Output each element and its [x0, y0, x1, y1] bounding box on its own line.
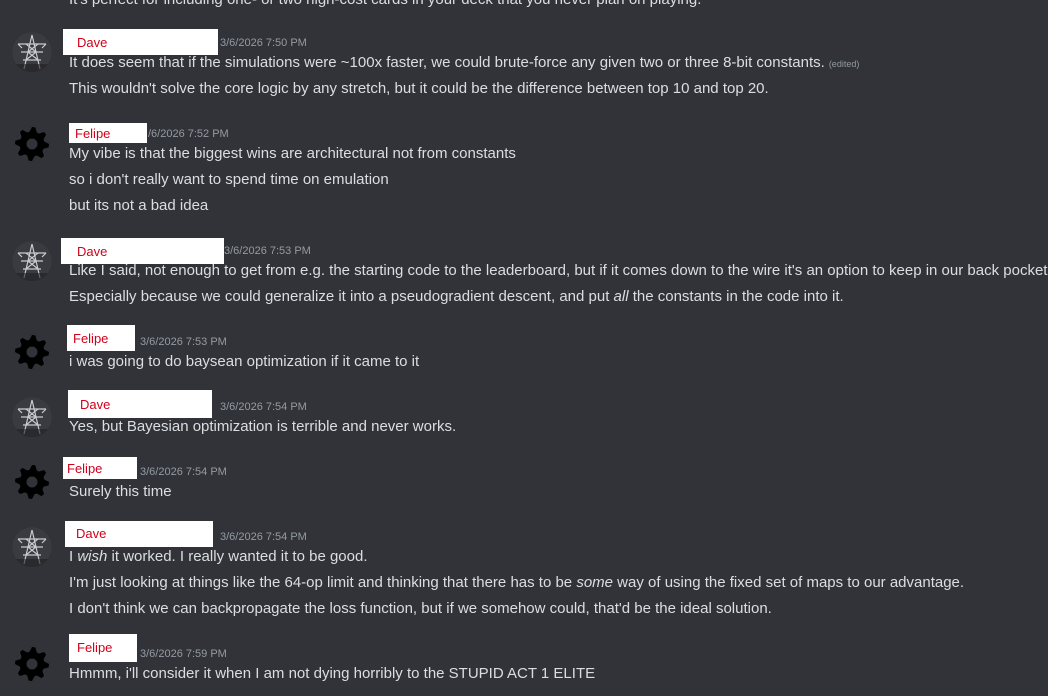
message-timestamp[interactable]: 3/6/2026 7:53 PM [224, 244, 311, 258]
author-name[interactable]: Felipe [73, 330, 109, 348]
message-line-cut-off: It's perfect for including one- or two h… [69, 0, 701, 11]
emphasis-text: some [576, 574, 614, 591]
text-segment: I'm just looking at things like the 64-o… [69, 574, 577, 591]
author-name[interactable]: Dave [80, 396, 111, 414]
text-segment: Especially because we could generalize i… [69, 288, 614, 305]
message-timestamp[interactable]: 3/6/2026 7:54 PM [220, 530, 307, 544]
message-timestamp[interactable]: 3/6/2026 7:54 PM [220, 400, 307, 414]
message-line: so i don't really want to spend time on … [69, 171, 389, 188]
author-name[interactable]: Dave [76, 525, 107, 543]
message-text: It does seem that if the simulations wer… [69, 54, 825, 71]
message-line: Hmmm, i'll consider it when I am not dyi… [69, 665, 596, 682]
gear-icon[interactable] [12, 124, 52, 164]
message-line: Yes, but Bayesian optimization is terrib… [69, 418, 457, 435]
text-segment: it worked. I really wanted it to be good… [107, 548, 368, 565]
steel-tower-avatar[interactable] [12, 32, 52, 72]
message-line: I'm just looking at things like the 64-o… [69, 572, 964, 594]
author-name[interactable]: Felipe [67, 460, 103, 478]
author-name[interactable]: Felipe [77, 639, 113, 657]
message-line: This wouldn't solve the core logic by an… [69, 80, 769, 97]
message-timestamp[interactable]: 3/6/2026 7:50 PM [220, 36, 307, 50]
message-timestamp[interactable]: 3/6/2026 7:59 PM [140, 647, 227, 661]
text-segment: way of using the fixed set of maps to ou… [613, 574, 965, 591]
message-line: I wish it worked. I really wanted it to … [69, 546, 368, 568]
emphasis-text: wish [77, 548, 108, 565]
gear-icon[interactable] [12, 462, 52, 502]
steel-tower-avatar[interactable] [12, 397, 52, 437]
message-line: but its not a bad idea [69, 197, 209, 214]
gear-icon[interactable] [12, 644, 52, 684]
author-name[interactable]: Dave [77, 34, 108, 52]
text-segment: the constants in the code into it. [628, 288, 844, 305]
message-timestamp[interactable]: 3/6/2026 7:54 PM [140, 465, 227, 479]
emphasis-text: all [613, 288, 629, 305]
gear-icon[interactable] [12, 332, 52, 372]
steel-tower-avatar[interactable] [12, 241, 52, 281]
message-timestamp[interactable]: 3/6/2026 7:53 PM [140, 335, 227, 349]
message-line: Especially because we could generalize i… [69, 286, 844, 308]
message-line: My vibe is that the biggest wins are arc… [69, 145, 516, 162]
author-name[interactable]: Felipe [75, 125, 111, 143]
message-line: Surely this time [69, 483, 172, 500]
author-name[interactable]: Dave [77, 243, 108, 261]
message-line: i was going to do baysean optimization i… [69, 353, 420, 370]
edited-label: (edited) [828, 59, 860, 69]
message-timestamp[interactable]: /6/2026 7:52 PM [148, 127, 229, 141]
chat-message-list[interactable]: It's perfect for including one- or two h… [0, 0, 1048, 696]
message-line: It does seem that if the simulations wer… [69, 52, 859, 75]
message-line: Like I said, not enough to get from e.g.… [69, 262, 1048, 279]
message-line: I don't think we can backpropagate the l… [69, 600, 772, 617]
steel-tower-avatar[interactable] [12, 527, 52, 567]
